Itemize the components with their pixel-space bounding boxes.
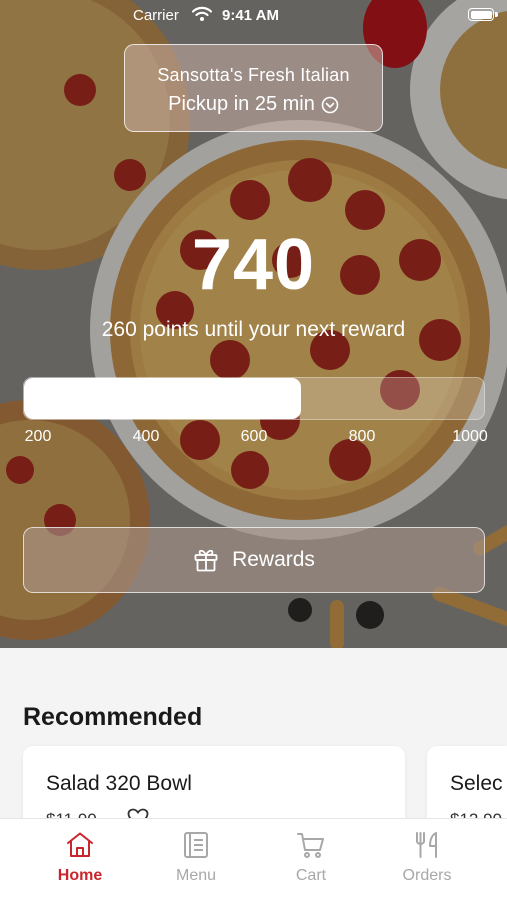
menu-icon [184,832,208,858]
points-balance: 740 [191,225,316,305]
wifi-icon [192,6,212,21]
gift-icon [194,549,218,572]
rewards-button[interactable]: Rewards [23,527,485,593]
recommended-heading: Recommended [23,703,203,731]
tab-label: Home [57,867,103,884]
rewards-progress-bar [23,377,485,420]
item-name: Salad 320 Bowl [46,772,192,795]
carrier-label: Carrier [133,7,179,24]
progress-tick: 800 [348,428,376,445]
tab-label: Orders [402,867,452,884]
points-until-reward: 260 points until your next reward [101,318,406,341]
progress-tick: 600 [240,428,268,445]
tab-label: Cart [295,867,327,884]
progress-tick: 400 [132,428,160,445]
cart-icon [297,833,324,858]
tab-label: Menu [175,867,217,884]
store-pickup-selector[interactable]: Sansotta's Fresh Italian Pickup in 25 mi… [124,44,383,132]
item-name: Selec [450,772,503,795]
progress-tick: 200 [24,428,52,445]
battery-icon [468,8,494,21]
tab-orders[interactable]: Orders [377,831,477,885]
chevron-down-circle-icon [321,96,339,113]
progress-tick: 1000 [452,428,488,445]
battery-tip [495,12,498,17]
store-name: Sansotta's Fresh Italian [157,65,350,85]
tab-home[interactable]: Home [30,831,130,885]
pickup-time: Pickup in 25 min [168,93,315,115]
hero-banner: Carrier 9:41 AM Sansotta's Fresh Italian… [0,0,507,648]
progress-scale: 200 400 600 800 1000 [23,428,488,448]
home-icon [67,832,93,857]
rewards-button-label: Rewards [232,548,315,571]
tab-cart[interactable]: Cart [261,831,361,885]
rewards-progress-fill [24,378,302,419]
orders-icon [416,832,437,858]
tab-bar: Home Menu Cart Orders [0,818,507,900]
tab-menu[interactable]: Menu [146,831,246,885]
clock-label: 9:41 AM [222,7,279,24]
status-bar: Carrier 9:41 AM [0,0,507,30]
